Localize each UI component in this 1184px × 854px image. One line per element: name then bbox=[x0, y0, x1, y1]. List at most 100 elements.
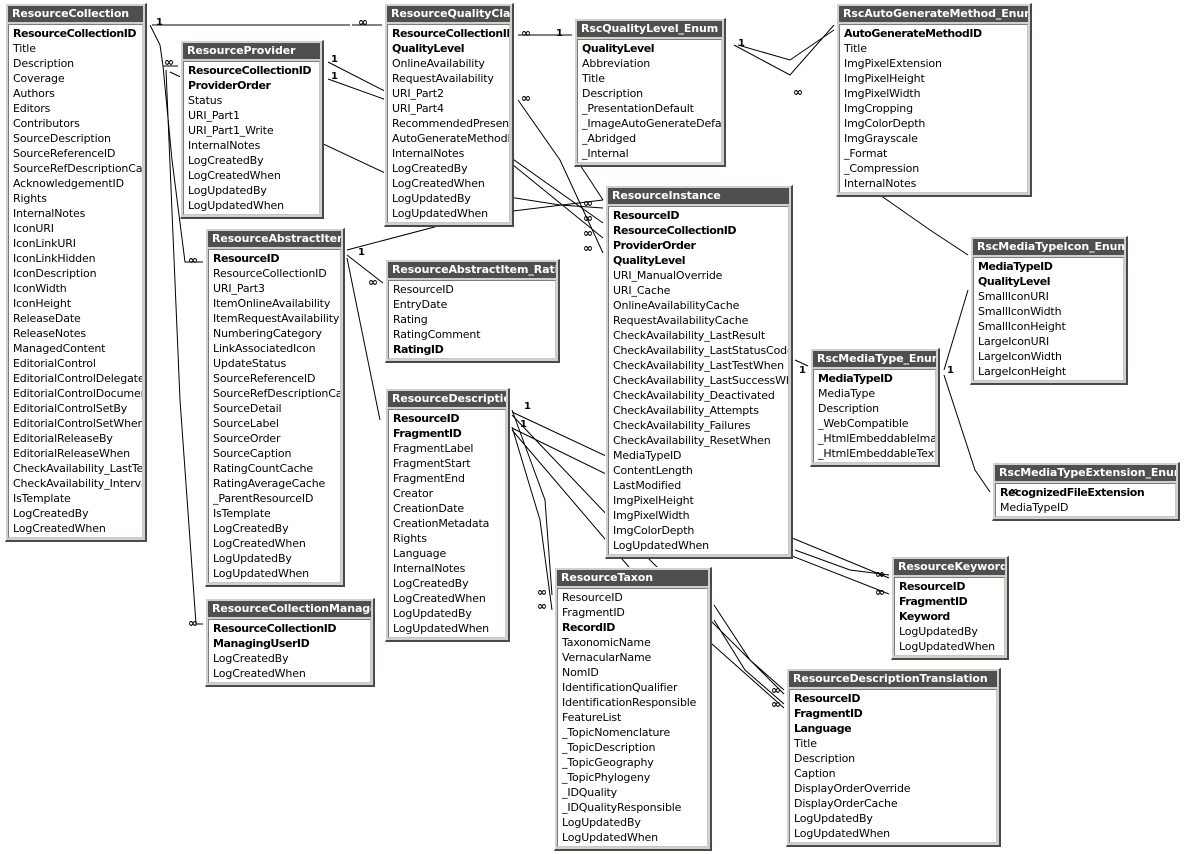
primary-key-field: FragmentID bbox=[393, 427, 462, 440]
cardinality-one-marker: 1 bbox=[947, 365, 954, 376]
field: IdentificationResponsible bbox=[562, 696, 697, 709]
field: ImgColorDepth bbox=[844, 117, 926, 130]
field: ContentLength bbox=[613, 464, 693, 477]
primary-key-field: QualityLevel bbox=[613, 254, 686, 267]
field: Status bbox=[188, 94, 223, 107]
primary-key-field: RatingID bbox=[393, 343, 444, 356]
entity-title: ResourceTaxon bbox=[557, 570, 708, 586]
entity-table-rscmediatypeextension_enum[interactable]: RscMediaTypeExtension_Enum RecognizedFile… bbox=[992, 462, 1180, 521]
field: RequestAvailabilityCache bbox=[613, 314, 749, 327]
primary-key-field: AutoGenerateMethodID bbox=[844, 27, 982, 40]
field: IconDescription bbox=[13, 267, 97, 280]
field: ImgPixelHeight bbox=[844, 72, 925, 85]
entity-table-resourceabstractitem[interactable]: ResourceAbstractItem ResourceID ResourceCo… bbox=[205, 228, 345, 587]
entity-field-list: ResourceCollectionID ProviderOrder Status U… bbox=[183, 61, 320, 215]
entity-field-list: ResourceID EntryDate Rating RatingComment Ra… bbox=[388, 280, 556, 359]
field: _HtmlEmbeddableImage bbox=[818, 432, 935, 445]
field: LogCreatedWhen bbox=[213, 667, 306, 680]
field: CheckAvailability_LastTestWhen bbox=[613, 359, 784, 372]
entity-table-resourcekeyword[interactable]: ResourceKeyword ResourceID FragmentID Keywo… bbox=[891, 556, 1009, 660]
field: LogCreatedWhen bbox=[188, 169, 281, 182]
field: LogCreatedBy bbox=[213, 522, 289, 535]
primary-key-field: ResourceCollectionID bbox=[188, 64, 312, 77]
entity-table-resourceabstractitem_rating[interactable]: ResourceAbstractItem_Rating ResourceID Ent… bbox=[385, 259, 560, 363]
entity-field-list: RecognizedFileExtension MediaTypeID bbox=[995, 483, 1176, 517]
field: CheckAvailability_Attempts bbox=[613, 404, 759, 417]
field: SourceRefDescriptionCache bbox=[13, 162, 142, 175]
field: _TopicPhylogeny bbox=[562, 771, 651, 784]
entity-field-list: ResourceID FragmentID FragmentLabel Fragmen… bbox=[388, 409, 506, 638]
cardinality-many-marker: ∞ bbox=[771, 683, 781, 697]
entity-table-resourcetaxon[interactable]: ResourceTaxon ResourceID FragmentID RecordI… bbox=[554, 567, 712, 851]
field: EditorialControlDocumentati bbox=[13, 387, 142, 400]
primary-key-field: QualityLevel bbox=[392, 42, 465, 55]
field: FeatureList bbox=[562, 711, 622, 724]
entity-field-list: ResourceCollectionID QualityLevel OnlineAv… bbox=[387, 24, 510, 223]
field: _HtmlEmbeddableText bbox=[818, 447, 935, 460]
field: URI_Part1_Write bbox=[188, 124, 274, 137]
field: _TopicGeography bbox=[562, 756, 654, 769]
field: URI_Part1 bbox=[188, 109, 240, 122]
field: URI_Part2 bbox=[392, 87, 444, 100]
cardinality-one-marker: 1 bbox=[520, 419, 527, 430]
cardinality-many-marker: ∞ bbox=[188, 616, 198, 630]
entity-table-resourcecollectionmanager[interactable]: ResourceCollectionManager ResourceCollect… bbox=[205, 598, 375, 687]
field: ImgGrayscale bbox=[844, 132, 918, 145]
field: EditorialControlDelegated bbox=[13, 372, 142, 385]
entity-table-resourceprovider[interactable]: ResourceProvider ResourceCollectionID Prov… bbox=[180, 40, 324, 219]
primary-key-field: RecognizedFileExtension bbox=[1000, 486, 1145, 499]
cardinality-many-marker: ∞ bbox=[875, 585, 885, 599]
entity-table-resourceinstance[interactable]: ResourceInstance ResourceID ResourceCollec… bbox=[605, 185, 793, 559]
entity-title: RscAutoGenerateMethod_Enum bbox=[839, 6, 1028, 22]
primary-key-field: ResourceCollectionID bbox=[213, 622, 337, 635]
entity-table-resourcequalityclass[interactable]: ResourceQualityClass ResourceCollectionID… bbox=[384, 3, 514, 227]
field: _Format bbox=[844, 147, 888, 160]
field: _Abridged bbox=[582, 132, 636, 145]
entity-table-rscqualitylevel_enum[interactable]: RscQualityLevel_Enum QualityLevel Abbrevia… bbox=[574, 18, 726, 167]
field: SourceDescription bbox=[13, 132, 111, 145]
relationship-connector bbox=[511, 409, 553, 596]
field: LogUpdatedBy bbox=[392, 192, 471, 205]
field: LogCreatedWhen bbox=[392, 177, 485, 190]
entity-title: ResourceProvider bbox=[183, 43, 320, 59]
entity-title: ResourceKeyword bbox=[894, 559, 1005, 575]
entity-table-resourcedescription[interactable]: ResourceDescription ResourceID FragmentID F… bbox=[385, 388, 510, 642]
field: URI_ManualOverride bbox=[613, 269, 723, 282]
field: RecommendedPresentatio bbox=[392, 117, 509, 130]
primary-key-field: ResourceCollectionID bbox=[613, 224, 737, 237]
cardinality-one-marker: 1 bbox=[799, 365, 806, 376]
cardinality-many-marker: ∞ bbox=[771, 697, 781, 711]
field: IconHeight bbox=[13, 297, 71, 310]
relationship-connector bbox=[733, 24, 835, 76]
field: Editors bbox=[13, 102, 51, 115]
entity-field-list: ResourceID ResourceCollectionID URI_Part3 I… bbox=[208, 249, 341, 583]
relationship-connector bbox=[346, 254, 384, 284]
field: IconLinkHidden bbox=[13, 252, 96, 265]
field: LinkAssociatedIcon bbox=[213, 342, 316, 355]
field: _Internal bbox=[582, 147, 629, 160]
primary-key-field: ResourceID bbox=[794, 692, 860, 705]
field: LogUpdatedWhen bbox=[899, 640, 995, 653]
field: LogUpdatedWhen bbox=[213, 567, 309, 580]
entity-table-rscautogeneratemethod_enum[interactable]: RscAutoGenerateMethod_Enum AutoGenerateMe… bbox=[836, 3, 1032, 197]
field: CheckAvailability_Failures bbox=[613, 419, 751, 432]
field: ItemOnlineAvailability bbox=[213, 297, 331, 310]
cardinality-many-marker: ∞ bbox=[583, 226, 593, 240]
field: IconLinkURI bbox=[13, 237, 76, 250]
entity-table-rscmediatypeicon_enum[interactable]: RscMediaTypeIcon_Enum MediaTypeID QualityL… bbox=[970, 236, 1128, 385]
field: CheckAvailability_ResetWhen bbox=[613, 434, 771, 447]
field: Title bbox=[794, 737, 817, 750]
field: Language bbox=[393, 547, 447, 560]
field: LogUpdatedBy bbox=[794, 812, 873, 825]
entity-table-rscmediatype_enum[interactable]: RscMediaType_Enum MediaTypeID MediaType Des… bbox=[810, 348, 940, 467]
field: Description bbox=[818, 402, 879, 415]
entity-table-resourcecollection[interactable]: ResourceCollection ResourceCollectionID Ti… bbox=[5, 3, 147, 542]
field: MediaTypeID bbox=[1000, 501, 1069, 514]
entity-title: ResourceQualityClass bbox=[387, 6, 510, 22]
field: ImgPixelExtension bbox=[844, 57, 942, 70]
field: Contributors bbox=[13, 117, 80, 130]
field: _TopicDescription bbox=[562, 741, 656, 754]
entity-title: ResourceCollection bbox=[8, 6, 143, 22]
entity-table-resourcedescriptiontranslation[interactable]: ResourceDescriptionTranslation ResourceID… bbox=[786, 668, 1001, 847]
field: _ParentResourceID bbox=[213, 492, 314, 505]
